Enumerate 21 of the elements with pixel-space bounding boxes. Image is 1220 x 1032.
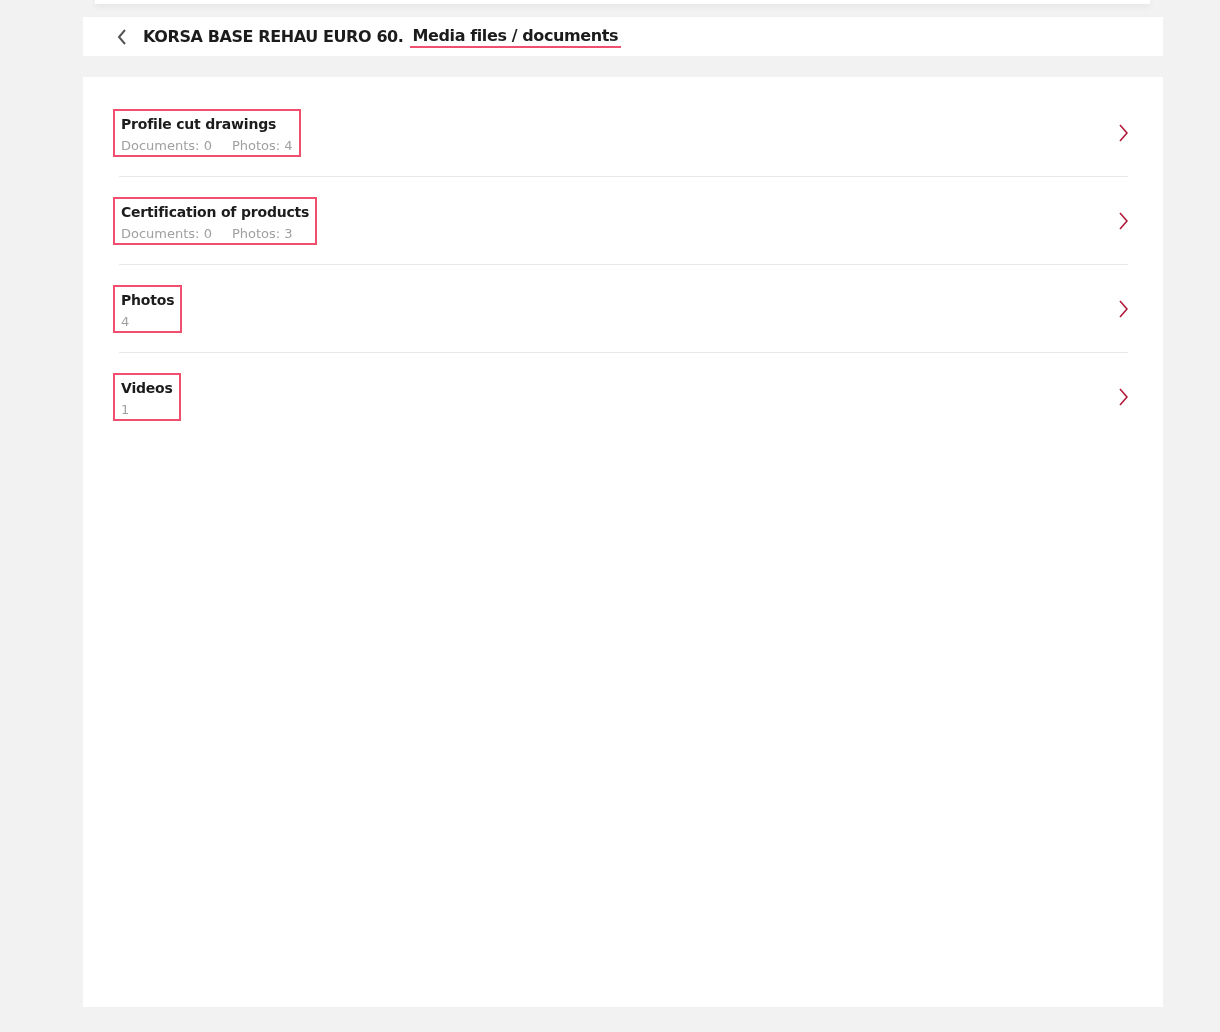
folder-row[interactable]: Photos 4 [119, 265, 1128, 353]
chevron-right-icon [1118, 387, 1128, 406]
folder-row[interactable]: Profile cut drawings Documents: 0 Photos: 4 [119, 89, 1128, 177]
folder-count: Photos: 4 [231, 137, 293, 153]
folder-title: Videos [121, 379, 173, 396]
back-icon [117, 28, 127, 45]
folder-count: Documents: 0 [121, 137, 212, 153]
folder-row[interactable]: Certification of products Documents: 0 Photos: 3 [119, 177, 1128, 265]
folder-count: 1 [121, 401, 130, 417]
folder-count: 4 [121, 313, 130, 329]
page-subtitle: Media files / documents [409, 25, 622, 48]
folder-count: Documents: 0 [121, 225, 212, 241]
folder-title: Photos [121, 291, 175, 308]
folder-count: Photos: 3 [231, 225, 293, 241]
chevron-right-icon [1118, 123, 1128, 142]
folder-row[interactable]: Videos 1 [119, 353, 1128, 440]
page-title: KORSA BASE REHAU EURO 60. [143, 27, 404, 46]
chevron-right-icon [1118, 211, 1128, 230]
folder-title: Profile cut drawings [121, 115, 278, 132]
chevron-right-icon [1118, 299, 1128, 318]
folder-title: Certification of products [121, 203, 310, 220]
